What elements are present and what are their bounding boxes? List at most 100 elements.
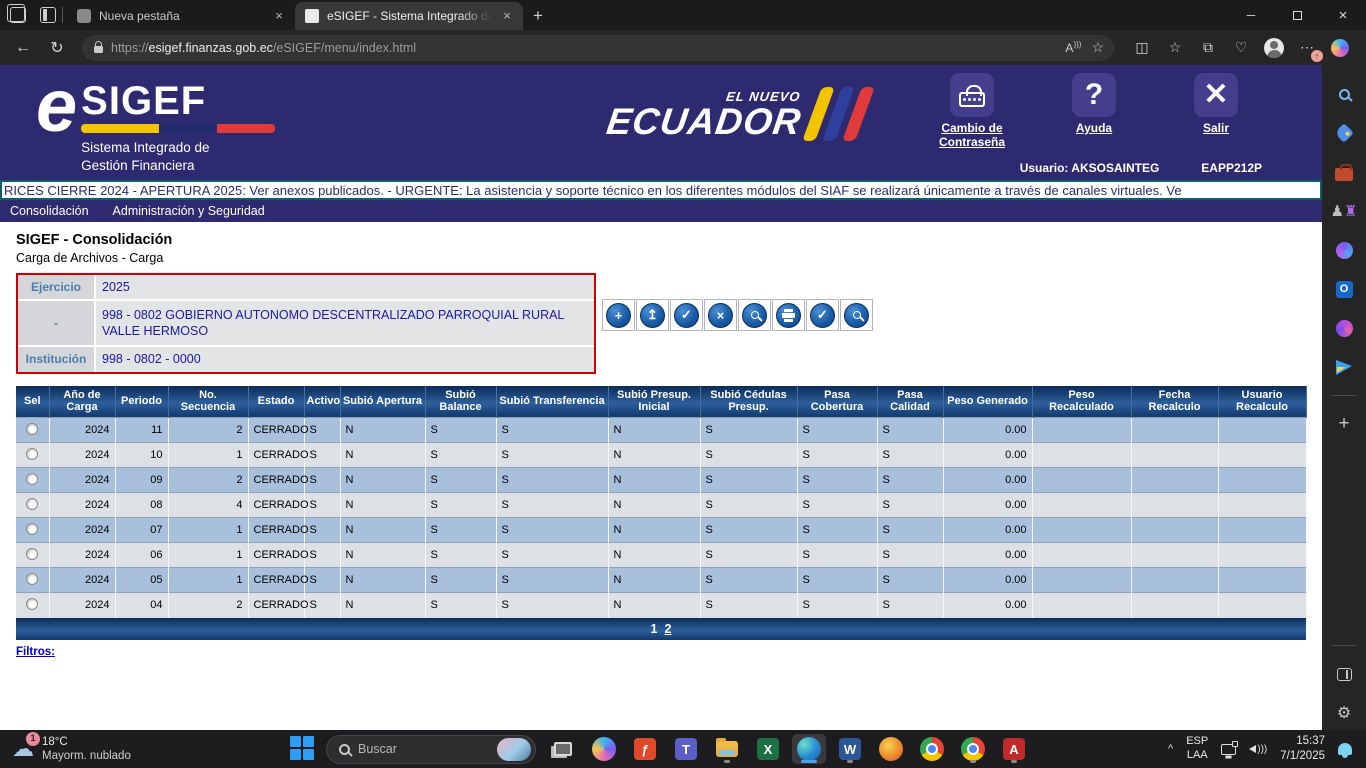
row-select-radio[interactable] (26, 573, 38, 585)
filtros-link[interactable]: Filtros: (16, 646, 55, 658)
copilot-icon[interactable] (1330, 38, 1350, 58)
cell (1131, 468, 1218, 493)
close-button[interactable]: × (1320, 0, 1366, 30)
cell: S (496, 518, 608, 543)
cell: S (304, 468, 340, 493)
excel-icon[interactable]: X (751, 734, 785, 764)
minimize-button[interactable]: ─ (1228, 0, 1274, 30)
row-select-radio[interactable] (26, 548, 38, 560)
sidebar-games-icon[interactable]: ♟♜ (1333, 200, 1355, 222)
logout-button[interactable]: ✕ Salir (1170, 73, 1262, 150)
cell: S (797, 493, 877, 518)
tab-close-icon[interactable]: × (271, 8, 287, 24)
task-view-icon[interactable] (546, 734, 580, 764)
favorite-star-icon[interactable]: ☆ (1091, 39, 1104, 56)
tab-esigef-active[interactable]: eSIGEF - Sistema Integrado de G × (295, 2, 523, 30)
teams-icon[interactable]: T (669, 734, 703, 764)
change-password-button[interactable]: Cambio de Contraseña (926, 73, 1018, 150)
consult-file-button[interactable] (738, 299, 771, 331)
search-highlight-image[interactable] (497, 738, 531, 761)
file-explorer-icon[interactable] (710, 734, 744, 764)
tray-chevron-icon[interactable]: ^ (1168, 743, 1173, 755)
recalculate-button[interactable] (840, 299, 873, 331)
row-select-radio[interactable] (26, 448, 38, 460)
workspaces-icon[interactable] (10, 7, 26, 23)
sidebar-shopping-icon[interactable] (1333, 122, 1355, 144)
sidebar-drop-icon[interactable] (1333, 356, 1355, 378)
row-select-radio[interactable] (26, 473, 38, 485)
cell: S (304, 568, 340, 593)
volume-icon[interactable]: ))) (1249, 744, 1267, 755)
tab-separator (62, 7, 63, 23)
chrome-profile-icon[interactable] (956, 734, 990, 764)
taskbar-search[interactable]: Buscar (326, 735, 536, 764)
maximize-button[interactable] (1274, 0, 1320, 30)
new-tab-button[interactable]: + (533, 6, 543, 26)
notification-bell-icon[interactable] (1338, 743, 1352, 755)
profile-avatar[interactable] (1264, 38, 1284, 58)
delete-file-button[interactable]: × (704, 299, 737, 331)
weather-widget[interactable]: ☁1 18°C Mayorm. nublado (0, 735, 290, 764)
ssl-lock-icon[interactable] (94, 46, 103, 53)
vertical-tabs-icon[interactable] (40, 7, 56, 23)
start-button[interactable] (290, 736, 316, 762)
sidebar-loop-icon[interactable] (1333, 239, 1355, 261)
cell: S (304, 418, 340, 443)
row-select-radio[interactable] (26, 523, 38, 535)
cell: 1 (168, 518, 248, 543)
favorites-bar-icon[interactable]: ☆ (1165, 38, 1185, 58)
cell (1032, 468, 1131, 493)
cell: 4 (168, 493, 248, 518)
logo-sigef: SIGEF (81, 79, 206, 123)
settings-more-icon[interactable]: ⋯↑ (1297, 38, 1317, 58)
menu-administracion[interactable]: Administración y Seguridad (113, 204, 265, 218)
address-bar[interactable]: https://esigef.finanzas.gob.ec/eSIGEF/me… (82, 35, 1114, 61)
copilot-app-icon[interactable] (587, 734, 621, 764)
collections-icon[interactable]: ⧉ (1198, 38, 1218, 58)
row-select-radio[interactable] (26, 498, 38, 510)
language-indicator[interactable]: ESPLAA (1186, 735, 1208, 763)
refresh-button[interactable]: ↻ (42, 34, 72, 62)
acrobat-icon[interactable]: A (997, 734, 1031, 764)
menu-consolidacion[interactable]: Consolidación (10, 204, 89, 218)
sidebar-panel-icon[interactable] (1333, 663, 1355, 685)
clock[interactable]: 15:377/1/2025 (1280, 734, 1325, 764)
cell: 04 (115, 593, 168, 618)
tab-nueva-pestana[interactable]: Nueva pestaña × (67, 2, 295, 30)
sidebar-outlook-icon[interactable]: O (1333, 278, 1355, 300)
row-select-radio[interactable] (26, 598, 38, 610)
network-icon[interactable] (1221, 744, 1236, 755)
page-2-link[interactable]: 2 (665, 622, 672, 636)
row-select-radio[interactable] (26, 423, 38, 435)
upload-save-button[interactable]: ↥ (636, 299, 669, 331)
split-screen-icon[interactable]: ◫ (1132, 38, 1152, 58)
approve-button[interactable]: ✓ (806, 299, 839, 331)
validate-form-button[interactable]: ✓ (670, 299, 703, 331)
browser-essentials-icon[interactable]: ♡ (1231, 38, 1251, 58)
back-button[interactable]: ← (8, 34, 38, 62)
word-icon[interactable]: W (833, 734, 867, 764)
tab-close-icon[interactable]: × (499, 8, 515, 24)
form-row-institucion: Institución 998 - 0802 - 0000 (18, 347, 594, 371)
foxit-pdf-icon[interactable]: ƒ (628, 734, 662, 764)
read-aloud-icon[interactable]: A))) (1065, 40, 1081, 55)
exit-icon: ✕ (1203, 80, 1228, 110)
sidebar-search-icon[interactable] (1333, 83, 1355, 105)
chrome-icon[interactable] (915, 734, 949, 764)
cell: S (877, 543, 943, 568)
firefox-icon[interactable] (874, 734, 908, 764)
sidebar-add-icon[interactable]: + (1333, 413, 1355, 435)
create-button[interactable]: + (602, 299, 635, 331)
edge-icon[interactable] (792, 734, 826, 764)
sidebar-settings-icon[interactable]: ⚙ (1333, 702, 1355, 724)
print-button[interactable] (772, 299, 805, 331)
help-button[interactable]: ? Ayuda (1048, 73, 1140, 150)
cell: S (425, 493, 496, 518)
cell: CERRADO (248, 443, 304, 468)
approve-button-icon: ✓ (810, 303, 835, 328)
windows-taskbar: ☁1 18°C Mayorm. nublado Buscar ƒT X W A ^ E… (0, 730, 1366, 768)
sidebar-clipchamp-icon[interactable] (1333, 317, 1355, 339)
sidebar-tools-icon[interactable] (1333, 161, 1355, 183)
cell: 1 (168, 543, 248, 568)
url-text[interactable]: https://esigef.finanzas.gob.ec/eSIGEF/me… (111, 41, 1057, 55)
